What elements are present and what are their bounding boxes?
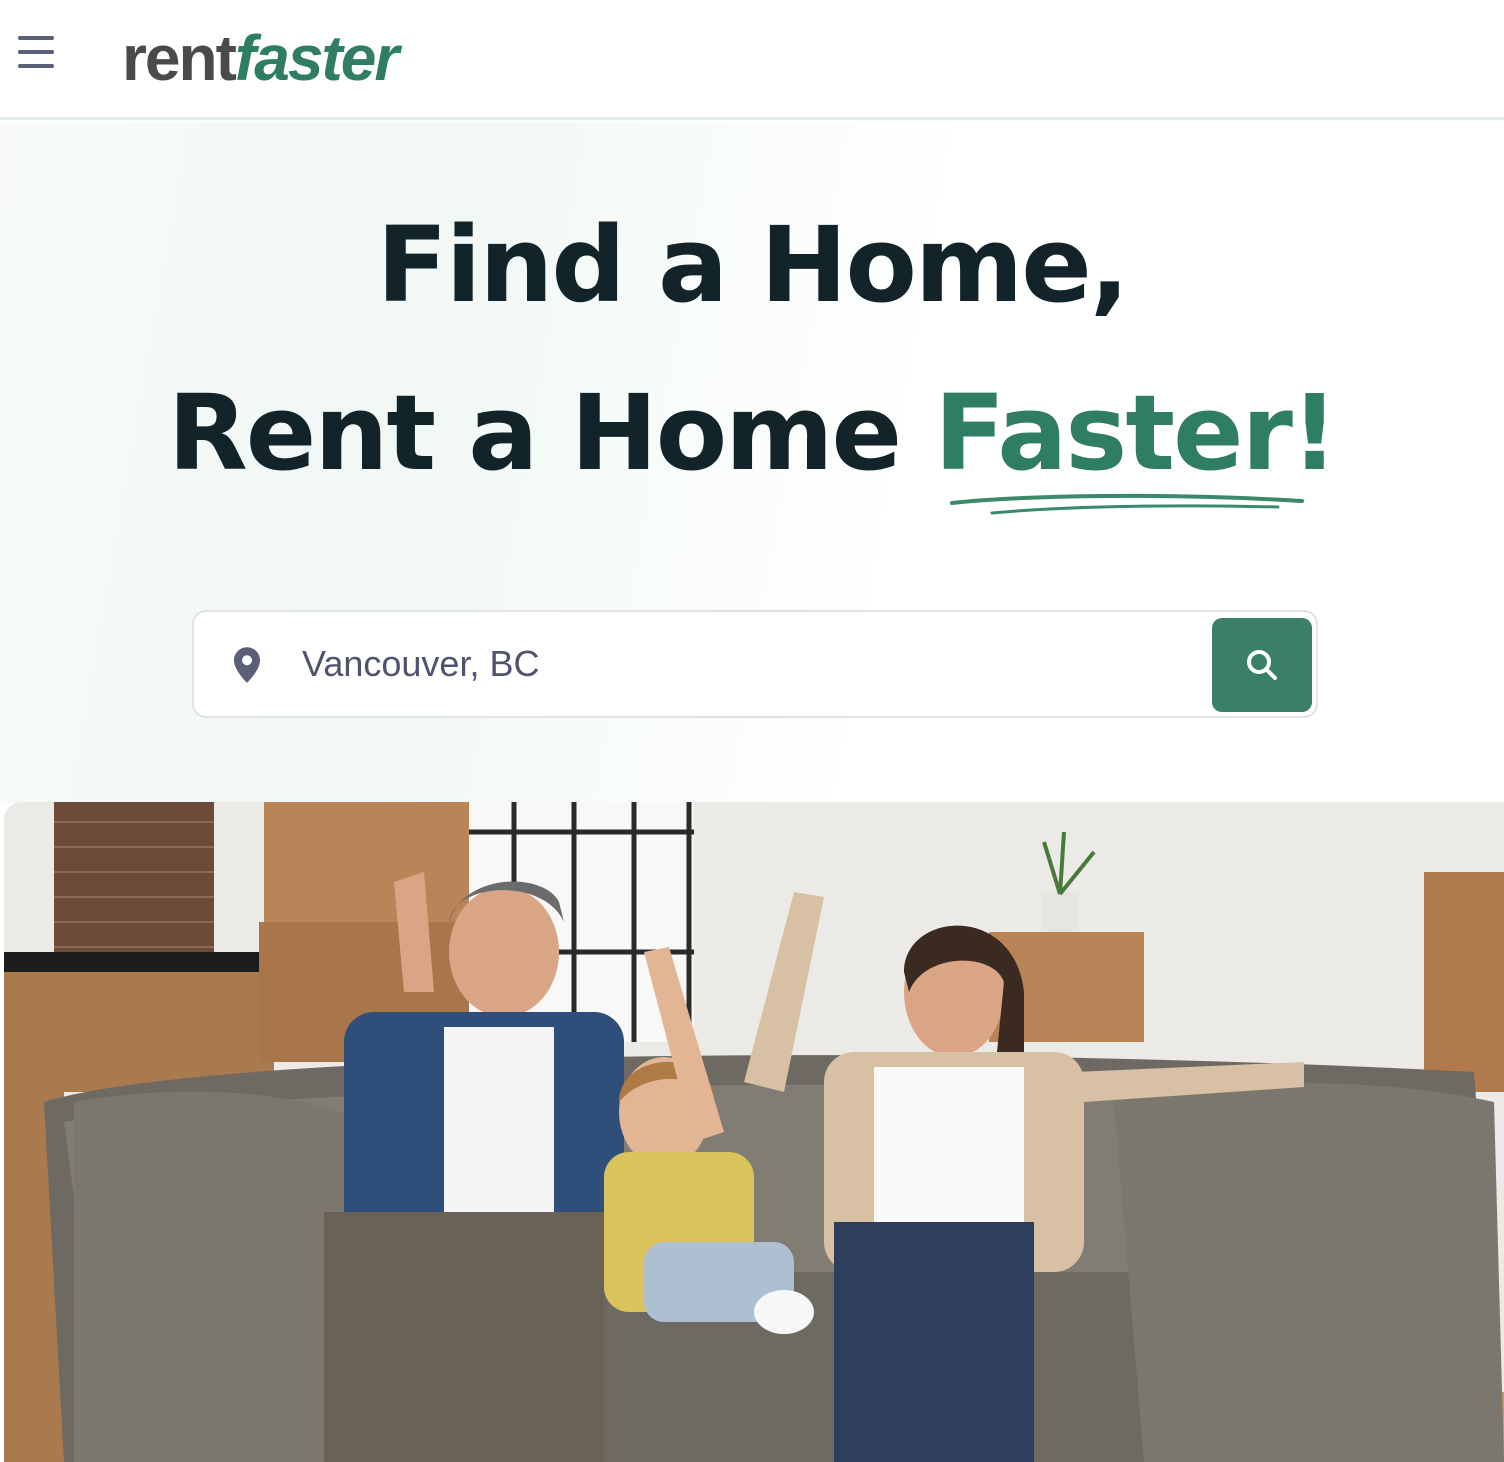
- logo[interactable]: rentfaster: [122, 22, 399, 94]
- underline-swoosh-icon: [950, 493, 1304, 515]
- hero-heading-line2: Rent a Home Faster!: [0, 373, 1504, 493]
- logo-faster: faster: [234, 22, 399, 94]
- site-header: rentfaster: [0, 0, 1504, 120]
- location-search-input[interactable]: [302, 632, 1182, 696]
- hero-heading-accent: Faster!: [934, 372, 1338, 494]
- hero-heading-line1: Find a Home,: [376, 204, 1130, 326]
- hero-family-photo: [4, 802, 1504, 1462]
- hamburger-menu-icon[interactable]: [18, 36, 54, 68]
- hero-section: Find a Home, Rent a Home Faster!: [0, 123, 1504, 803]
- search-button[interactable]: [1212, 618, 1312, 712]
- search-icon: [1247, 650, 1277, 680]
- location-search-bar: [192, 610, 1318, 718]
- logo-rent: rent: [122, 22, 237, 94]
- hero-heading-prefix: Rent a Home: [167, 372, 935, 494]
- map-pin-icon: [233, 647, 261, 683]
